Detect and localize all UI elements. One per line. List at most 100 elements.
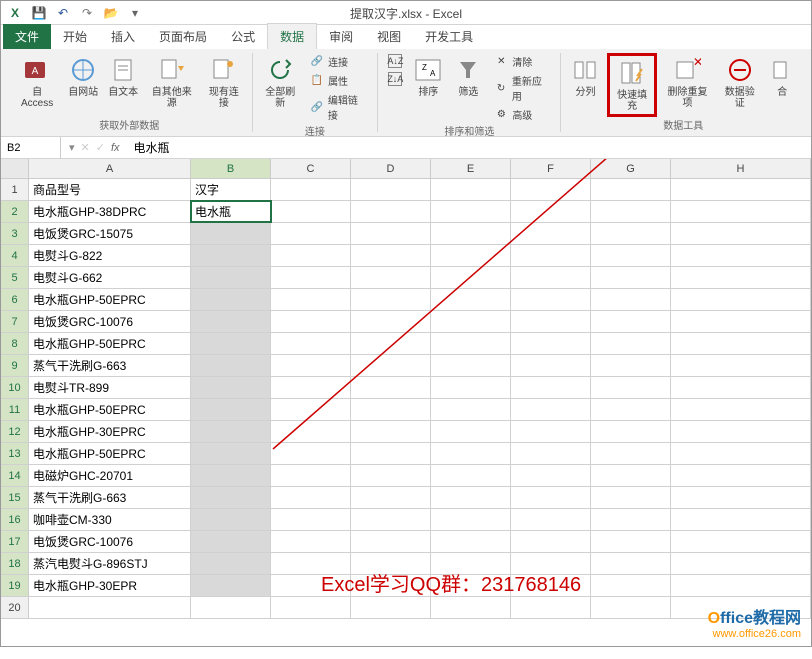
cell[interactable] [431, 443, 511, 464]
cell[interactable] [511, 443, 591, 464]
cell[interactable] [431, 179, 511, 200]
cell[interactable] [351, 399, 431, 420]
cell[interactable] [271, 245, 351, 266]
cell[interactable] [191, 311, 271, 332]
cell[interactable] [351, 377, 431, 398]
cell[interactable] [351, 509, 431, 530]
cell[interactable] [191, 465, 271, 486]
name-box[interactable]: B2 [1, 137, 61, 158]
row-header[interactable]: 1 [1, 179, 29, 200]
cell[interactable] [671, 575, 811, 596]
row-header[interactable]: 5 [1, 267, 29, 288]
cell[interactable] [591, 443, 671, 464]
cell[interactable] [671, 223, 811, 244]
row-header[interactable]: 20 [1, 597, 29, 618]
cell[interactable] [671, 443, 811, 464]
cell[interactable] [511, 245, 591, 266]
cell[interactable] [431, 465, 511, 486]
cell[interactable]: 电饭煲GRC-15075 [29, 223, 191, 244]
cell[interactable] [191, 509, 271, 530]
row-header[interactable]: 19 [1, 575, 29, 596]
fx-icon[interactable]: fx [111, 142, 120, 154]
cell[interactable] [271, 421, 351, 442]
from-access-button[interactable]: A 自 Access [13, 53, 61, 111]
tab-formulas[interactable]: 公式 [219, 24, 267, 49]
tab-dev[interactable]: 开发工具 [413, 24, 485, 49]
cell[interactable] [191, 289, 271, 310]
cell[interactable] [671, 487, 811, 508]
row-header[interactable]: 2 [1, 201, 29, 222]
cancel-formula-icon[interactable]: ✕ [81, 141, 90, 154]
cell[interactable] [671, 333, 811, 354]
cell[interactable] [191, 531, 271, 552]
row-header[interactable]: 9 [1, 355, 29, 376]
cell[interactable] [191, 333, 271, 354]
row-header[interactable]: 14 [1, 465, 29, 486]
connections-button[interactable]: 🔗连接 [306, 53, 371, 70]
cell[interactable] [271, 311, 351, 332]
cell[interactable] [351, 267, 431, 288]
cell[interactable] [511, 223, 591, 244]
remove-duplicates-button[interactable]: ✕ 删除重复项 [661, 53, 714, 111]
col-header-E[interactable]: E [431, 159, 511, 178]
cell[interactable] [591, 553, 671, 574]
cell[interactable] [671, 377, 811, 398]
cell[interactable] [591, 245, 671, 266]
cell[interactable] [591, 355, 671, 376]
formula-bar[interactable]: 电水瓶 [128, 139, 811, 156]
cell[interactable] [351, 487, 431, 508]
cell[interactable] [351, 333, 431, 354]
cell[interactable] [191, 421, 271, 442]
cell[interactable]: 电饭煲GRC-10076 [29, 311, 191, 332]
tab-view[interactable]: 视图 [365, 24, 413, 49]
cell[interactable] [511, 377, 591, 398]
col-header-H[interactable]: H [671, 159, 811, 178]
cell[interactable]: 电水瓶GHP-30EPR [29, 575, 191, 596]
cell[interactable] [671, 245, 811, 266]
cell[interactable] [591, 509, 671, 530]
cell[interactable] [591, 311, 671, 332]
cell[interactable] [271, 531, 351, 552]
from-web-button[interactable]: 自网站 [65, 53, 101, 100]
cell[interactable] [431, 289, 511, 310]
cell[interactable] [271, 289, 351, 310]
advanced-filter-button[interactable]: ⚙高级 [490, 106, 554, 123]
cell[interactable] [351, 443, 431, 464]
col-header-F[interactable]: F [511, 159, 591, 178]
open-file-icon[interactable]: 📂 [103, 5, 119, 21]
tab-layout[interactable]: 页面布局 [147, 24, 219, 49]
cell[interactable] [191, 575, 271, 596]
cell[interactable] [191, 355, 271, 376]
cell[interactable] [431, 487, 511, 508]
cell[interactable] [591, 179, 671, 200]
cell[interactable]: 电磁炉GHC-20701 [29, 465, 191, 486]
cell[interactable]: 电水瓶 [191, 201, 271, 222]
cell[interactable] [191, 223, 271, 244]
cell[interactable] [271, 597, 351, 618]
cell[interactable] [431, 509, 511, 530]
cell[interactable] [591, 289, 671, 310]
cell[interactable] [271, 487, 351, 508]
cell[interactable] [431, 399, 511, 420]
cell[interactable] [351, 531, 431, 552]
cell[interactable] [431, 531, 511, 552]
cell[interactable]: 商品型号 [29, 179, 191, 200]
cell[interactable] [511, 465, 591, 486]
reapply-button[interactable]: ↻重新应用 [490, 72, 554, 104]
cell[interactable]: 蒸汽电熨斗G-896STJ [29, 553, 191, 574]
cell[interactable] [351, 223, 431, 244]
tab-insert[interactable]: 插入 [99, 24, 147, 49]
row-header[interactable]: 13 [1, 443, 29, 464]
cell[interactable] [591, 223, 671, 244]
sort-desc-button[interactable]: Z↓A [384, 71, 406, 87]
cell[interactable] [591, 597, 671, 618]
consolidate-button[interactable]: 合 [765, 53, 799, 100]
cell[interactable] [191, 597, 271, 618]
cell[interactable] [271, 443, 351, 464]
cell[interactable] [431, 377, 511, 398]
row-header[interactable]: 4 [1, 245, 29, 266]
cell[interactable]: 电饭煲GRC-10076 [29, 531, 191, 552]
row-header[interactable]: 15 [1, 487, 29, 508]
cell[interactable] [191, 377, 271, 398]
text-to-columns-button[interactable]: 分列 [567, 53, 603, 100]
